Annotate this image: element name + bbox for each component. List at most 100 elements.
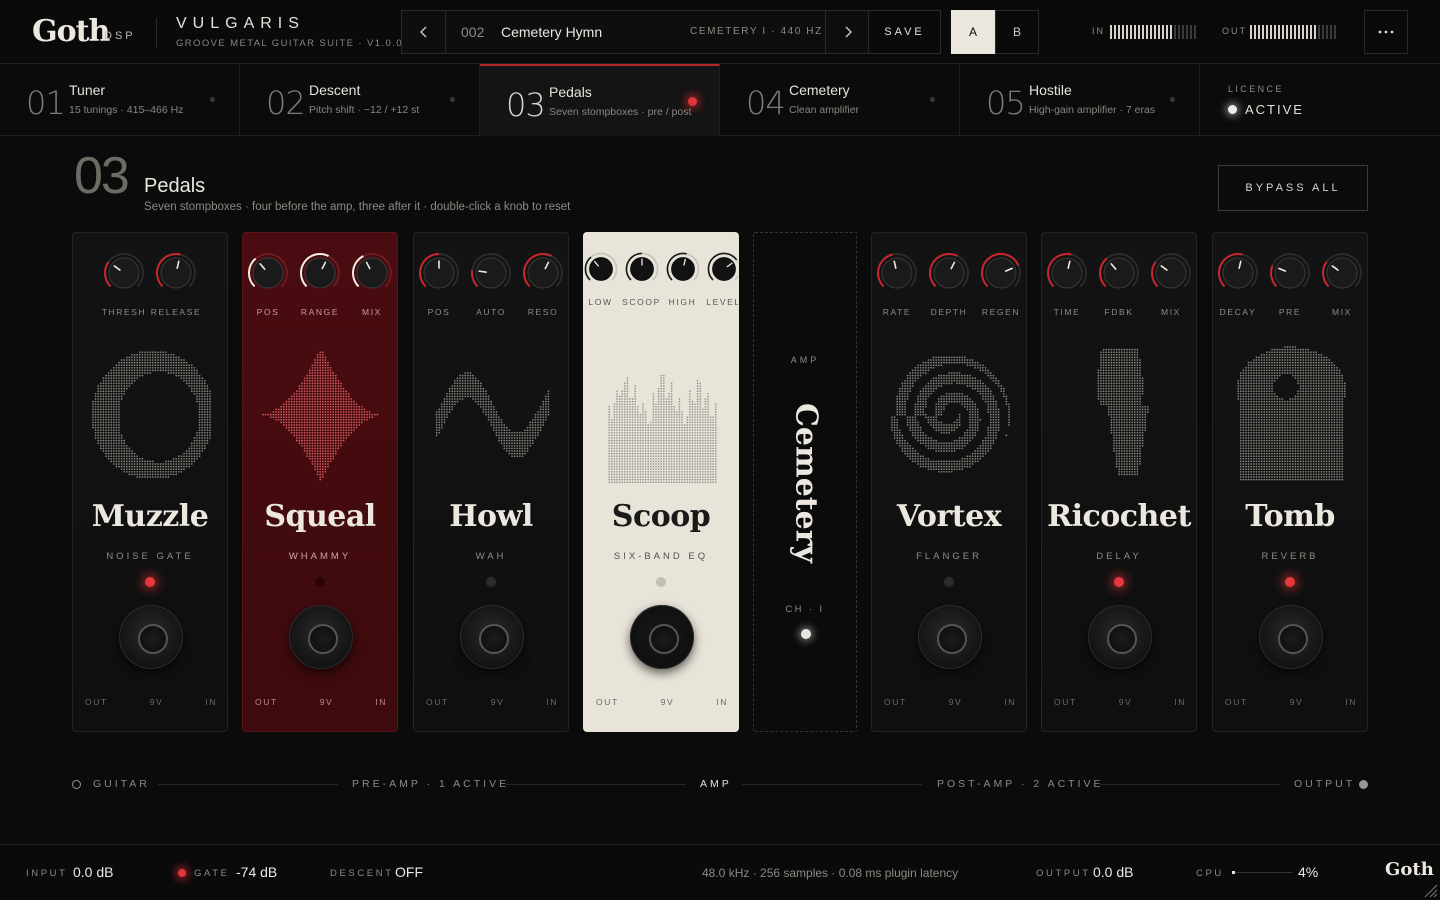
more-horizontal-icon: [1378, 30, 1394, 34]
gate-value[interactable]: -74 dB: [236, 864, 277, 880]
tab-pedals[interactable]: 03 Pedals Seven stompboxes · pre / post: [480, 64, 720, 136]
knob-label: MIX: [1332, 307, 1352, 317]
jack-label: IN: [716, 697, 728, 707]
knob-release[interactable]: RELEASE: [151, 251, 200, 317]
pedal-ricochet[interactable]: TIME FDBK MIX Ricochet DELAY OUT 9V IN: [1041, 232, 1197, 732]
pedal-jacks: OUT 9V IN: [85, 697, 217, 707]
licence-state-text: ACTIVE: [1245, 102, 1304, 117]
knob-scoop[interactable]: SCOOP: [621, 251, 662, 307]
input-gain-value[interactable]: 0.0 dB: [73, 864, 113, 880]
preset-name[interactable]: Cemetery Hymn: [501, 24, 602, 40]
knob-mix[interactable]: MIX: [1321, 251, 1363, 317]
resize-handle-icon[interactable]: [1422, 882, 1438, 898]
next-preset-button[interactable]: [825, 11, 869, 53]
output-gain-value[interactable]: 0.0 dB: [1093, 864, 1133, 880]
save-button[interactable]: SAVE: [869, 10, 941, 54]
knob-range[interactable]: RANGE: [299, 251, 341, 317]
footswitch-button[interactable]: [1088, 605, 1152, 669]
pedal-tomb[interactable]: DECAY PRE MIX Tomb REVERB OUT 9V IN: [1212, 232, 1368, 732]
knob-label: LEVEL: [706, 297, 739, 307]
knob-label: POS: [256, 307, 280, 317]
knob-level[interactable]: LEVEL: [703, 251, 739, 307]
meter-segment: [1322, 25, 1324, 39]
pedal-squeal[interactable]: POS RANGE MIX Squeal WHAMMY OUT 9V IN: [242, 232, 398, 732]
footswitch-button[interactable]: [289, 605, 353, 669]
pedal-name: Ricochet: [1047, 499, 1191, 534]
cpu-label: CPU: [1196, 868, 1224, 879]
meter-segment: [1114, 25, 1116, 39]
meter-segment: [1118, 25, 1120, 39]
more-menu-button[interactable]: [1364, 10, 1408, 54]
tab-subtitle: Pitch shift · −12 / +12 st: [309, 104, 420, 116]
pedal-howl[interactable]: POS AUTO RESO Howl WAH OUT 9V IN: [413, 232, 569, 732]
tab-status-dot: [450, 97, 455, 102]
bypass-all-button[interactable]: BYPASS ALL: [1218, 165, 1368, 211]
knob-mix[interactable]: MIX: [351, 251, 393, 317]
footswitch-button[interactable]: [918, 605, 982, 669]
knob-decay[interactable]: DECAY: [1217, 251, 1259, 317]
knob-pre[interactable]: PRE: [1269, 251, 1311, 317]
tab-tuner[interactable]: 01 Tuner 15 tunings · 415–466 Hz: [0, 64, 240, 136]
footswitch-button[interactable]: [119, 605, 183, 669]
chain-output: OUTPUT: [1294, 778, 1356, 790]
descent-value[interactable]: OFF: [395, 864, 423, 880]
brand-logo: Goth: [32, 14, 110, 49]
footswitch-button[interactable]: [1259, 605, 1323, 669]
output-meter-label: OUT: [1222, 26, 1247, 36]
amp-slot[interactable]: AMP Cemetery CH · I: [753, 232, 857, 732]
knob-low[interactable]: LOW: [584, 251, 621, 307]
previous-preset-button[interactable]: [402, 11, 446, 53]
meter-segment: [1310, 25, 1312, 39]
knob-fdbk[interactable]: FDBK: [1098, 251, 1140, 317]
tab-cemetery[interactable]: 04 Cemetery Clean amplifier: [720, 64, 960, 136]
chain-line: [1100, 784, 1280, 785]
knob-time[interactable]: TIME: [1046, 251, 1088, 317]
knob-reso[interactable]: RESO: [522, 251, 564, 317]
section-number: 03: [74, 147, 130, 205]
meter-segment: [1146, 25, 1148, 39]
knob-label: DECAY: [1219, 307, 1257, 317]
knob-thresh[interactable]: THRESH: [102, 251, 145, 317]
footswitch-button[interactable]: [460, 605, 524, 669]
chain-line: [158, 784, 338, 785]
tab-status-dot: [210, 97, 215, 102]
knob-label: LOW: [588, 297, 613, 307]
chain-pre-amp: PRE-AMP · 1 ACTIVE: [352, 778, 510, 790]
pedal-muzzle[interactable]: THRESH RELEASE Muzzle NOISE GATE OUT 9V IN: [72, 232, 228, 732]
knob-rate[interactable]: RATE: [876, 251, 918, 317]
knob-depth[interactable]: DEPTH: [928, 251, 970, 317]
jack-label: OUT: [1225, 697, 1248, 707]
pedal-type: WHAMMY: [288, 551, 352, 562]
slot-a-button[interactable]: A: [951, 10, 995, 54]
meter-segment: [1186, 25, 1188, 39]
tab-hostile[interactable]: 05 Hostile High-gain amplifier · 7 eras: [960, 64, 1200, 136]
meter-segment: [1154, 25, 1156, 39]
knob-regen[interactable]: REGEN: [980, 251, 1022, 317]
tab-title: Hostile: [1029, 82, 1072, 98]
meter-segment: [1326, 25, 1328, 39]
preset-number: 002: [461, 24, 485, 40]
knob-label: REGEN: [981, 307, 1021, 317]
knob-row: THRESH RELEASE: [73, 251, 227, 317]
pedal-status-led: [486, 577, 496, 587]
knob-label: MIX: [1161, 307, 1181, 317]
knob-pos[interactable]: POS: [247, 251, 289, 317]
vortex-artwork-icon: [891, 356, 1010, 473]
chain-post-amp: POST-AMP · 2 ACTIVE: [937, 778, 1104, 790]
tab-subtitle: Clean amplifier: [789, 104, 860, 116]
squeal-artwork-icon: [262, 351, 379, 481]
tab-descent[interactable]: 02 Descent Pitch shift · −12 / +12 st: [240, 64, 480, 136]
meter-segment: [1290, 25, 1292, 39]
footswitch-button[interactable]: [630, 605, 694, 669]
knob-pos[interactable]: POS: [418, 251, 460, 317]
knob-mix[interactable]: MIX: [1150, 251, 1192, 317]
knob-auto[interactable]: AUTO: [470, 251, 512, 317]
knob-label: RESO: [527, 307, 559, 317]
knob-high[interactable]: HIGH: [662, 251, 703, 307]
pedal-vortex[interactable]: RATE DEPTH REGEN Vortex FLANGER OUT 9V IN: [871, 232, 1027, 732]
knob-dial-icon: [523, 253, 563, 289]
meter-segment: [1334, 25, 1336, 39]
pedal-scoop[interactable]: LOW SCOOP HIGH LEVEL Scoop SIX-BAND EQ OUT 9V IN: [583, 232, 739, 732]
divider: [156, 18, 157, 48]
slot-b-button[interactable]: B: [995, 10, 1039, 54]
